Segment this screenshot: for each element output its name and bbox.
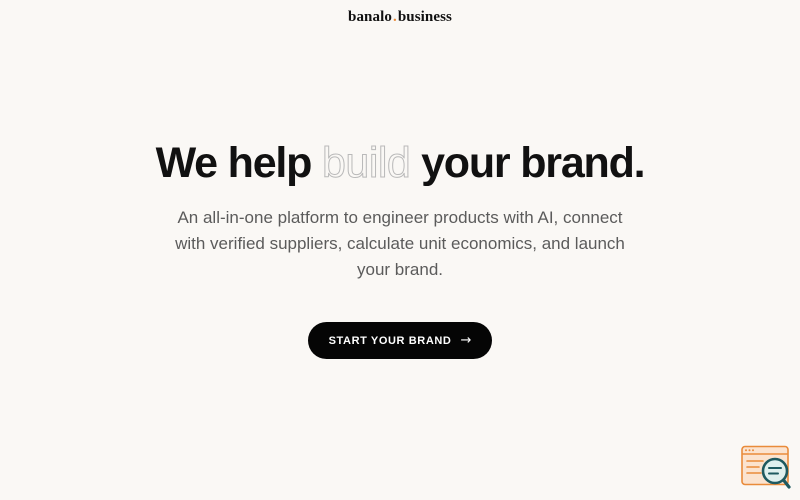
headline-part-1: We help bbox=[155, 139, 322, 187]
logo-dot: . bbox=[392, 8, 397, 25]
brand-logo[interactable]: banalo. business bbox=[348, 9, 452, 26]
hero-subtitle: An all-in-one platform to engineer produ… bbox=[175, 208, 625, 279]
headline-part-2: your brand. bbox=[410, 139, 646, 187]
hero-section: We help build your brand. An all-in-one … bbox=[0, 138, 800, 283]
logo-text-business: business bbox=[397, 8, 452, 25]
hero-headline: We help build your brand. bbox=[0, 138, 800, 188]
headline-outline-word: build bbox=[321, 139, 411, 188]
top-bar: banalo. business bbox=[0, 0, 800, 34]
start-your-brand-button[interactable]: START YOUR BRAND → bbox=[308, 322, 492, 359]
start-your-brand-label: START YOUR BRAND bbox=[328, 334, 452, 347]
logo-text-banalo: banalo bbox=[348, 8, 392, 25]
search-chat-widget[interactable] bbox=[741, 445, 791, 489]
search-chat-widget-icon bbox=[741, 445, 791, 489]
arrow-right-icon: → bbox=[460, 333, 472, 348]
